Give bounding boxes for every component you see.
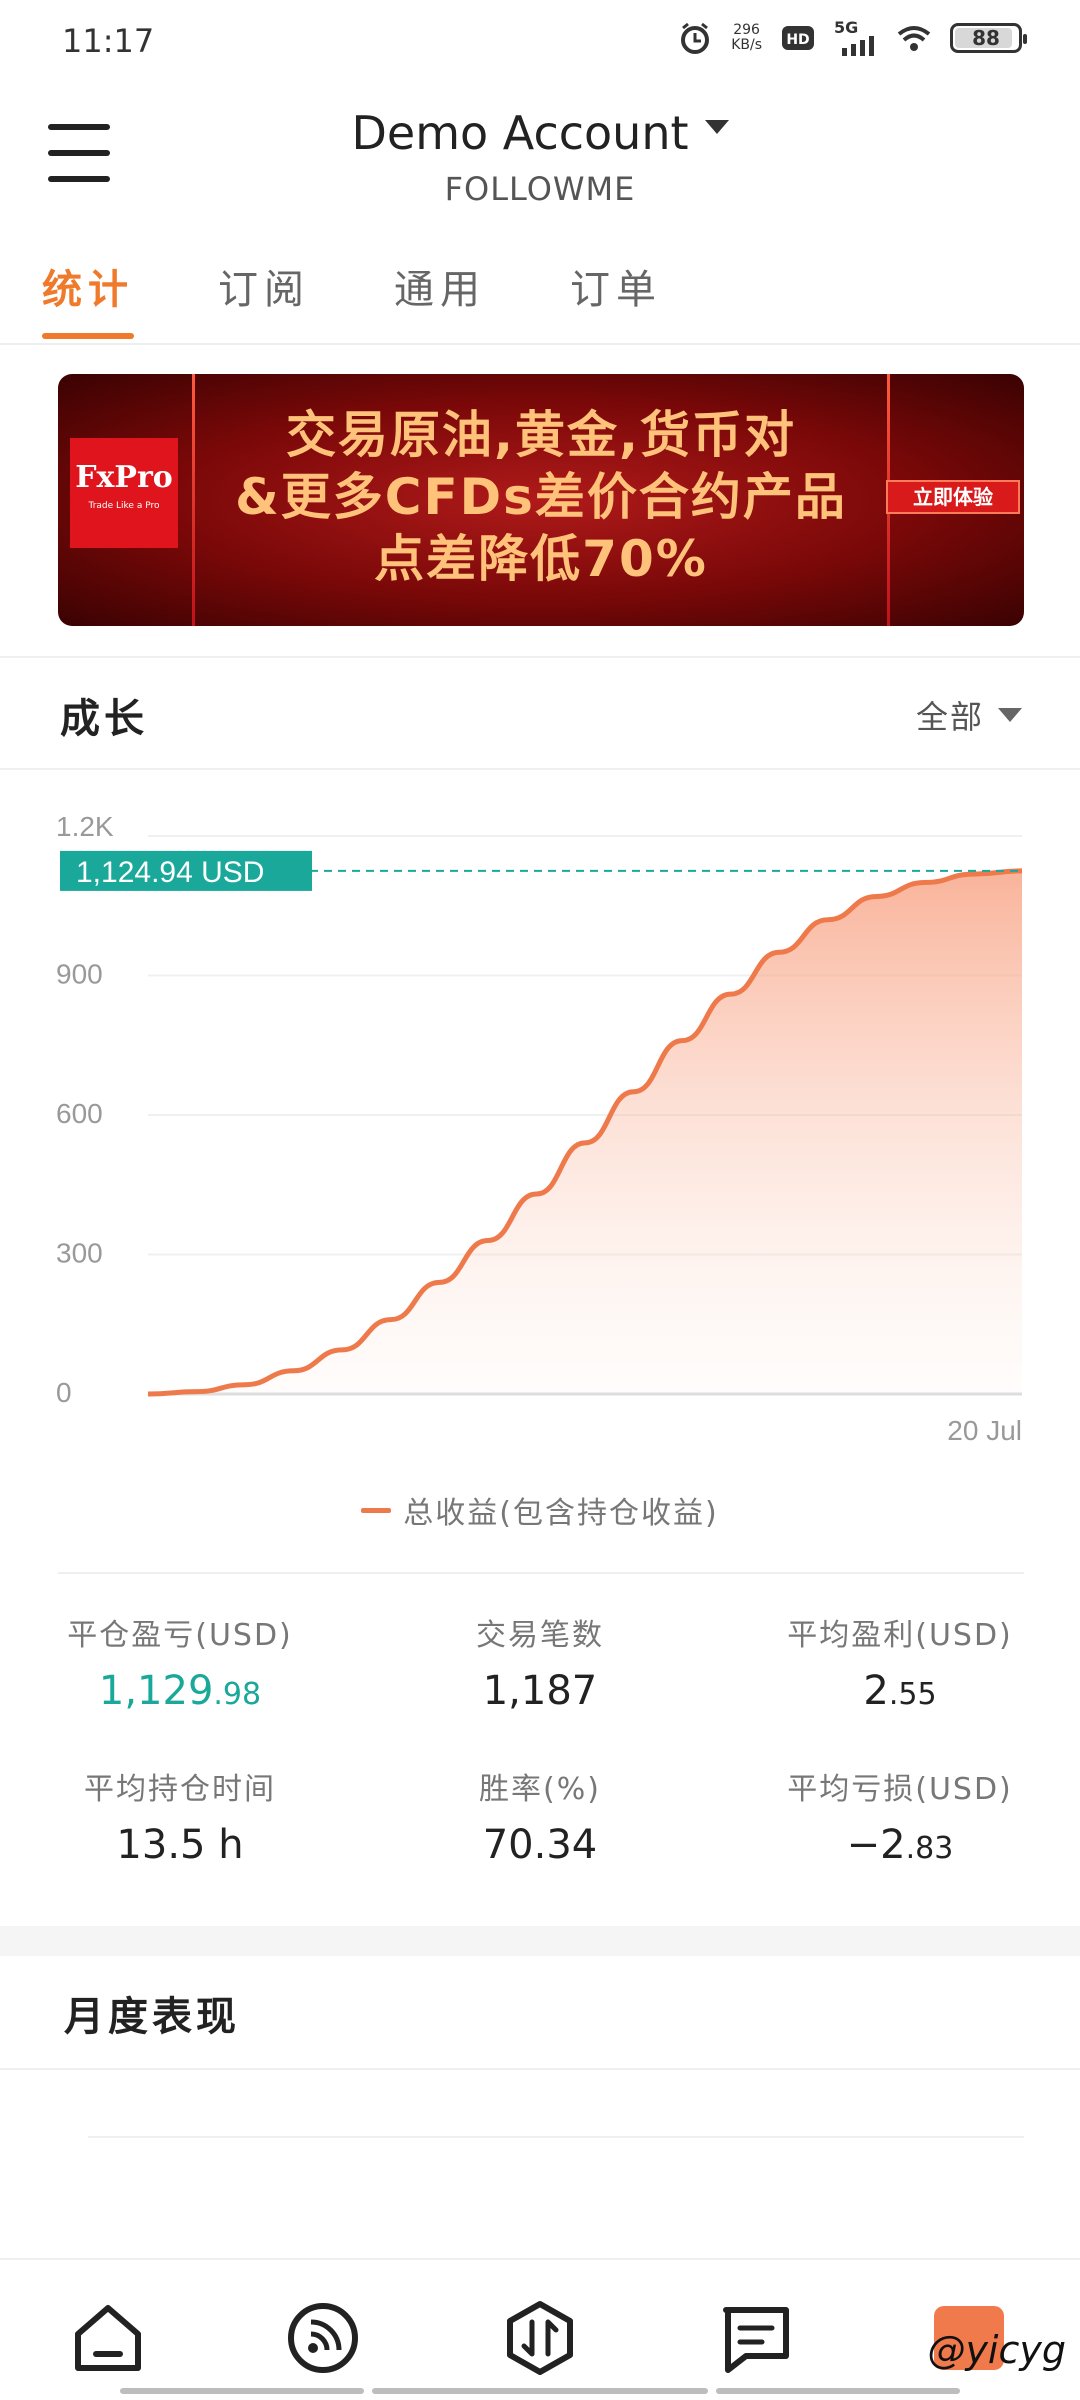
- divider: [0, 656, 1080, 658]
- fxpro-logo: FxPro Trade Like a Pro: [70, 438, 178, 548]
- divider: [0, 768, 1080, 770]
- signal-icon: 5G: [834, 18, 878, 56]
- divider: [0, 2068, 1080, 2070]
- logo-sub: Trade Like a Pro: [88, 501, 160, 511]
- stat-label: 平均亏损(USD): [787, 1772, 1013, 1807]
- stat-avg-hold: 平均持仓时间 13.5 h: [0, 1764, 360, 1868]
- message-icon: [723, 2307, 789, 2373]
- y-tick-label: 300: [56, 1238, 103, 1269]
- tab-stats[interactable]: 统计: [42, 257, 134, 315]
- banner-line-2: &更多CFDs差价合约产品: [235, 468, 847, 526]
- account-sub: FOLLOWME: [444, 170, 636, 208]
- tab-bar: 统计 订阅 通用 订单: [0, 245, 1080, 345]
- nav-feed[interactable]: [285, 2300, 361, 2376]
- stat-value-int: 1,129: [98, 1668, 214, 1714]
- stat-label: 交易笔数: [476, 1618, 604, 1653]
- y-tick-label: 0: [56, 1377, 72, 1408]
- stat-value-dec: .98: [213, 1677, 262, 1712]
- status-bar: 11:17 296 KB/s HD 5G 88: [0, 0, 1080, 80]
- y-tick-label: 600: [56, 1098, 103, 1129]
- network-speed: 296 KB/s: [731, 23, 762, 53]
- tab-subscribe[interactable]: 订阅: [218, 257, 310, 315]
- stat-label: 胜率(%): [479, 1772, 601, 1807]
- rss-icon: [288, 2303, 358, 2373]
- account-name: Demo Account: [351, 106, 689, 160]
- gesture-bar: [716, 2388, 960, 2394]
- banner-divider: [192, 374, 195, 626]
- stat-win-rate: 胜率(%) 70.34: [360, 1764, 720, 1868]
- y-tick-label: 1.2K: [56, 811, 114, 842]
- bottom-nav: @yicyg: [0, 2258, 1080, 2400]
- stat-avg-profit: 平均盈利(USD) 2.55: [720, 1610, 1080, 1714]
- nav-messages[interactable]: [718, 2300, 794, 2376]
- nav-home[interactable]: [70, 2300, 146, 2376]
- logo-main: FxPro: [75, 460, 173, 495]
- stat-value: 13.5 h: [116, 1822, 244, 1868]
- wifi-icon: [897, 26, 931, 51]
- y-tick-label: 900: [56, 959, 103, 990]
- header: Demo Account FOLLOWME: [0, 80, 1080, 220]
- svg-text:HD: HD: [786, 32, 809, 48]
- banner-line-3: 点差降低70%: [374, 530, 708, 588]
- x-axis-end-label: 20 Jul: [947, 1415, 1022, 1446]
- chevron-down-icon: [998, 708, 1022, 722]
- growth-filter-dropdown[interactable]: 全部: [916, 692, 1022, 738]
- ad-banner[interactable]: FxPro Trade Like a Pro 交易原油,黄金,货币对 &更多CF…: [58, 374, 1024, 626]
- divider: [58, 1572, 1024, 1574]
- stat-trades: 交易笔数 1,187: [360, 1610, 720, 1714]
- account-switcher[interactable]: Demo Account FOLLOWME: [0, 106, 1080, 208]
- stat-value: 1,187: [482, 1668, 598, 1714]
- divider: [88, 2136, 1024, 2138]
- growth-title: 成长: [60, 696, 148, 742]
- stat-label: 平均持仓时间: [84, 1772, 276, 1807]
- status-icons: 296 KB/s HD 5G 88: [677, 18, 1027, 56]
- chevron-down-icon: [704, 120, 729, 134]
- banner-line-1: 交易原油,黄金,货币对: [286, 406, 796, 464]
- stat-value-dec: .55: [888, 1677, 937, 1712]
- stat-value-dec: .83: [905, 1831, 954, 1866]
- battery-icon: 88: [950, 23, 1027, 53]
- stat-avg-loss: 平均亏损(USD) −2.83: [720, 1764, 1080, 1868]
- stat-value: 1,129.98: [0, 1668, 360, 1714]
- growth-chart[interactable]: 1.2K 900 600 300 0 1,124.94 USD 20 Jul: [0, 800, 1080, 1470]
- tab-general[interactable]: 通用: [394, 257, 486, 315]
- stat-value: 70.34: [482, 1822, 598, 1868]
- home-icon: [75, 2305, 141, 2371]
- stat-label: 平仓盈亏(USD): [67, 1618, 293, 1653]
- legend-swatch: [361, 1507, 392, 1513]
- stat-value-int: −2: [846, 1822, 906, 1868]
- alarm-icon: [681, 22, 710, 54]
- chart-legend: 总收益(包含持仓收益): [0, 1488, 1080, 1532]
- tab-orders[interactable]: 订单: [570, 257, 662, 315]
- current-value-label: 1,124.94 USD: [76, 856, 264, 889]
- nav-trade[interactable]: [502, 2300, 578, 2376]
- growth-filter-label: 全部: [915, 698, 984, 736]
- stat-value: −2.83: [720, 1822, 1080, 1868]
- speed-value: 296: [733, 22, 760, 38]
- monthly-title: 月度表现: [64, 1994, 240, 2040]
- status-time: 11:17: [62, 22, 155, 60]
- trade-icon: [507, 2301, 573, 2375]
- gesture-bar: [120, 2388, 364, 2394]
- watermark: @yicyg: [927, 2328, 1066, 2372]
- growth-area: [148, 870, 1022, 1394]
- stat-value: 2.55: [720, 1668, 1080, 1714]
- tab-active-indicator: [42, 333, 134, 339]
- hd-icon: HD: [782, 26, 814, 50]
- section-gap: [0, 1926, 1080, 1956]
- stat-label: 平均盈利(USD): [787, 1618, 1013, 1653]
- stat-closed-pl: 平仓盈亏(USD) 1,129.98: [0, 1610, 360, 1714]
- banner-cta-button[interactable]: 立即体验: [886, 480, 1020, 514]
- banner-headline: 交易原油,黄金,货币对 &更多CFDs差价合约产品 点差降低70%: [208, 404, 874, 590]
- gesture-bar: [372, 2388, 708, 2394]
- battery-level: 88: [972, 26, 1000, 50]
- legend-label: 总收益(包含持仓收益): [403, 1496, 719, 1531]
- speed-unit: KB/s: [731, 37, 762, 53]
- stat-value-int: 2: [863, 1668, 889, 1714]
